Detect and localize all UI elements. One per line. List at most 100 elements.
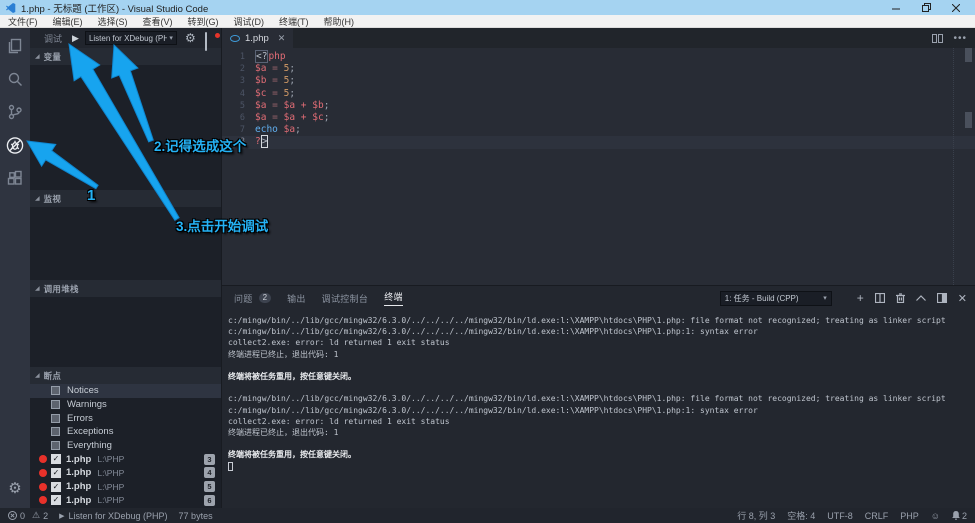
menu-item-5[interactable]: 调试(D) xyxy=(234,15,265,28)
eol-status[interactable]: CRLF xyxy=(865,511,889,521)
menu-item-1[interactable]: 编辑(E) xyxy=(53,15,83,28)
editor-ruler xyxy=(953,48,954,285)
breakpoint-category-errors[interactable]: Errors xyxy=(30,411,221,425)
problems-status[interactable]: 0 ⚠ 2 xyxy=(8,510,48,521)
breakpoint-dot xyxy=(39,469,47,477)
configure-debug-gear-icon[interactable]: ⚙ xyxy=(185,32,196,44)
checkbox-icon[interactable] xyxy=(51,386,60,395)
minimize-button[interactable] xyxy=(881,0,911,15)
menu-item-0[interactable]: 文件(F) xyxy=(8,15,38,28)
menu-item-7[interactable]: 帮助(H) xyxy=(324,15,355,28)
error-count: 0 xyxy=(20,511,25,521)
breakpoint-category-everything[interactable]: Everything xyxy=(30,439,221,453)
section-expand-icon: ◢ xyxy=(35,372,40,379)
panel-tab-输出[interactable]: 输出 xyxy=(287,286,306,310)
more-actions-icon[interactable]: ••• xyxy=(953,33,967,44)
close-panel-icon[interactable]: ✕ xyxy=(958,292,967,305)
debug-toolbar: 调试 ▶ Listen for XDebug (PHI ▾ ⚙ xyxy=(30,28,221,48)
menu-item-6[interactable]: 终端(T) xyxy=(279,15,309,28)
debug-config-dropdown[interactable]: Listen for XDebug (PHI ▾ xyxy=(85,31,177,45)
breakpoint-row[interactable]: ✓1.phpL:\PHP3 xyxy=(30,452,221,466)
cursor-position-status[interactable]: 行 8, 列 3 xyxy=(737,509,775,522)
maximize-panel-chevron-icon[interactable] xyxy=(916,295,926,301)
watch-section-header[interactable]: ◢ 监视 xyxy=(30,190,221,207)
source-control-icon[interactable] xyxy=(6,103,24,121)
indentation-status[interactable]: 空格: 4 xyxy=(787,509,815,522)
breakpoint-category-warnings[interactable]: Warnings xyxy=(30,398,221,412)
code-text: $a = $a + $c; xyxy=(255,112,329,124)
menu-item-2[interactable]: 选择(S) xyxy=(98,15,128,28)
breakpoint-category-label: Errors xyxy=(67,413,93,424)
search-icon[interactable] xyxy=(6,70,24,88)
code-token: ; xyxy=(324,112,330,123)
debug-sidebar-title: 调试 xyxy=(44,32,62,45)
debug-icon[interactable] xyxy=(6,136,24,154)
breakpoint-row[interactable]: ✓1.phpL:\PHP6 xyxy=(30,494,221,508)
code-token: + xyxy=(295,112,312,123)
breakpoints-section-header[interactable]: ◢ 断点 xyxy=(30,367,221,384)
restore-button[interactable] xyxy=(911,0,941,15)
breakpoint-category-exceptions[interactable]: Exceptions xyxy=(30,425,221,439)
line-number: 2 xyxy=(222,63,255,75)
menu-item-3[interactable]: 查看(V) xyxy=(143,15,173,28)
manage-gear-icon[interactable]: ⚙ xyxy=(8,481,21,496)
line-number: 7 xyxy=(222,124,255,136)
panel-tab-badge: 2 xyxy=(259,293,271,303)
scrollbar-mark[interactable] xyxy=(965,48,972,62)
checkbox-checked-icon[interactable]: ✓ xyxy=(51,495,61,505)
code-token: ; xyxy=(289,88,295,99)
menu-item-4[interactable]: 转到(G) xyxy=(188,15,219,28)
notification-count: 2 xyxy=(962,511,967,521)
panel-tab-终端[interactable]: 终端 xyxy=(384,286,403,310)
checkbox-icon[interactable] xyxy=(51,441,60,450)
checkbox-checked-icon[interactable]: ✓ xyxy=(51,468,61,478)
call-stack-section-header[interactable]: ◢ 调用堆栈 xyxy=(30,280,221,297)
checkbox-icon[interactable] xyxy=(51,414,60,423)
terminal-instance-dropdown[interactable]: 1: 任务 - Build (CPP) ▾ xyxy=(720,291,832,306)
checkbox-checked-icon[interactable]: ✓ xyxy=(51,482,61,492)
call-stack-section-label: 调用堆栈 xyxy=(44,283,79,295)
checkbox-icon[interactable] xyxy=(51,400,60,409)
code-token: echo xyxy=(255,124,278,135)
close-window-button[interactable] xyxy=(941,0,971,15)
breakpoint-category-notices[interactable]: Notices xyxy=(30,384,221,398)
code-editor[interactable]: 1<?php2$a = 5;3$b = 5;4$c = 5;5$a = $a +… xyxy=(222,48,975,285)
code-token: php xyxy=(268,51,285,62)
close-tab-icon[interactable]: ✕ xyxy=(278,33,286,44)
code-line: 7echo $a; xyxy=(222,124,975,136)
debug-config-label: Listen for XDebug (PHI xyxy=(89,34,167,43)
scrollbar-mark[interactable] xyxy=(965,112,972,128)
code-token: ; xyxy=(295,124,301,135)
language-mode-status[interactable]: PHP xyxy=(900,511,919,521)
split-terminal-icon[interactable] xyxy=(875,293,885,303)
breakpoints-section-label: 断点 xyxy=(44,370,62,382)
variables-section-header[interactable]: ◢ 变量 xyxy=(30,48,221,65)
editor-tab-1php[interactable]: 1.php ✕ xyxy=(222,28,293,48)
start-debug-button[interactable]: ▶ xyxy=(72,34,79,43)
breakpoint-line-badge: 3 xyxy=(204,454,215,465)
kill-terminal-trash-icon[interactable] xyxy=(896,293,905,303)
chevron-down-icon: ▾ xyxy=(823,294,827,302)
extensions-icon[interactable] xyxy=(6,169,24,187)
breakpoint-path: L:\PHP xyxy=(97,454,204,464)
code-token: $a xyxy=(284,100,295,111)
terminal-line: collect2.exe: error: ld returned 1 exit … xyxy=(228,416,975,427)
breakpoint-row[interactable]: ✓1.phpL:\PHP5 xyxy=(30,480,221,494)
debug-target-status[interactable]: ▶ Listen for XDebug (PHP) xyxy=(59,511,167,521)
panel-tab-调试控制台[interactable]: 调试控制台 xyxy=(322,286,369,310)
checkbox-checked-icon[interactable]: ✓ xyxy=(51,454,61,464)
terminal-output[interactable]: c:/mingw/bin/../lib/gcc/mingw32/6.3.0/..… xyxy=(222,310,975,508)
terminal-line xyxy=(228,360,975,371)
explorer-icon[interactable] xyxy=(6,37,24,55)
new-terminal-icon[interactable]: + xyxy=(857,292,864,304)
code-token: = xyxy=(266,63,283,74)
breakpoint-row[interactable]: ✓1.phpL:\PHP4 xyxy=(30,466,221,480)
encoding-status[interactable]: UTF-8 xyxy=(827,511,853,521)
checkbox-icon[interactable] xyxy=(51,427,60,436)
panel-tab-问题[interactable]: 问题2 xyxy=(234,286,271,310)
feedback-smiley-icon[interactable]: ☺ xyxy=(931,511,940,521)
debug-console-icon[interactable] xyxy=(205,33,219,44)
move-panel-icon[interactable] xyxy=(937,293,947,303)
split-editor-icon[interactable] xyxy=(932,34,943,43)
notifications-bell-icon[interactable]: 2 xyxy=(952,511,967,521)
